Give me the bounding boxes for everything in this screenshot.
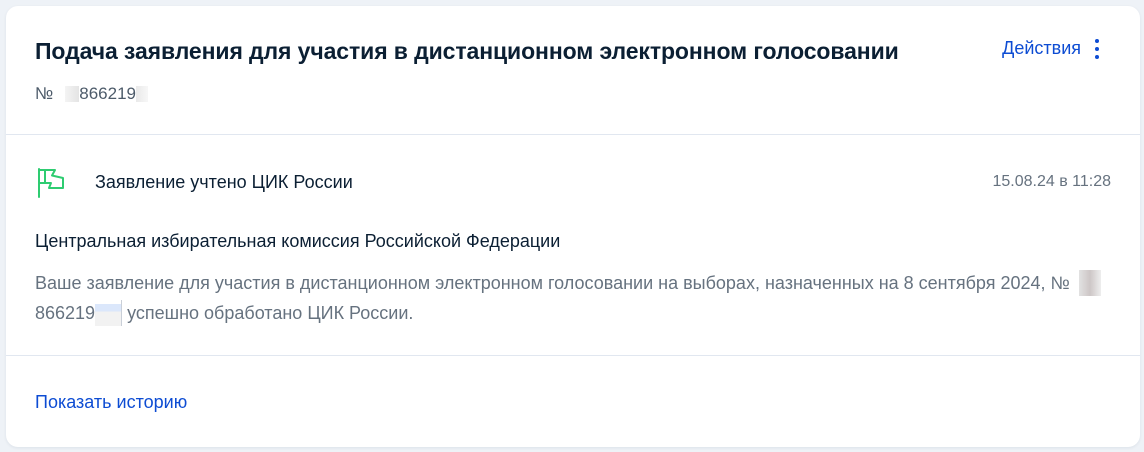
divider <box>6 134 1140 135</box>
redacted-digits-left <box>65 86 80 102</box>
divider <box>6 355 1140 356</box>
redacted-digits-left <box>1078 270 1101 296</box>
more-vertical-icon <box>1093 38 1101 59</box>
redacted-digits-right <box>95 300 123 326</box>
status-timestamp: 15.08.24 в 11:28 <box>992 173 1111 190</box>
status-text: Заявление учтено ЦИК России <box>95 172 353 192</box>
card-header: Подача заявления для участия в дистанцио… <box>35 6 1140 135</box>
actions-label: Действия <box>1002 38 1081 58</box>
application-number: № 866219 <box>35 84 148 104</box>
number-digits: 866219 <box>79 84 136 103</box>
application-card: Подача заявления для участия в дистанцио… <box>6 6 1140 447</box>
number-prefix: № <box>35 84 54 103</box>
organization-name: Центральная избирательная комиссия Росси… <box>35 231 561 251</box>
actions-menu-button[interactable]: Действия <box>1002 38 1101 59</box>
status-message: Ваше заявление для участия в дистанционн… <box>35 268 1105 328</box>
page-title: Подача заявления для участия в дистанцио… <box>35 38 899 64</box>
message-text-start: Ваше заявление для участия в дистанционн… <box>35 273 1070 293</box>
redacted-digits-right <box>135 86 148 102</box>
show-history-link[interactable]: Показать историю <box>35 392 187 413</box>
message-text-end: успешно обработано ЦИК России. <box>127 303 414 323</box>
flag-icon <box>35 166 65 198</box>
message-number: 866219 <box>35 303 96 323</box>
status-row: Заявление учтено ЦИК России 15.08.24 в 1… <box>35 166 1111 198</box>
